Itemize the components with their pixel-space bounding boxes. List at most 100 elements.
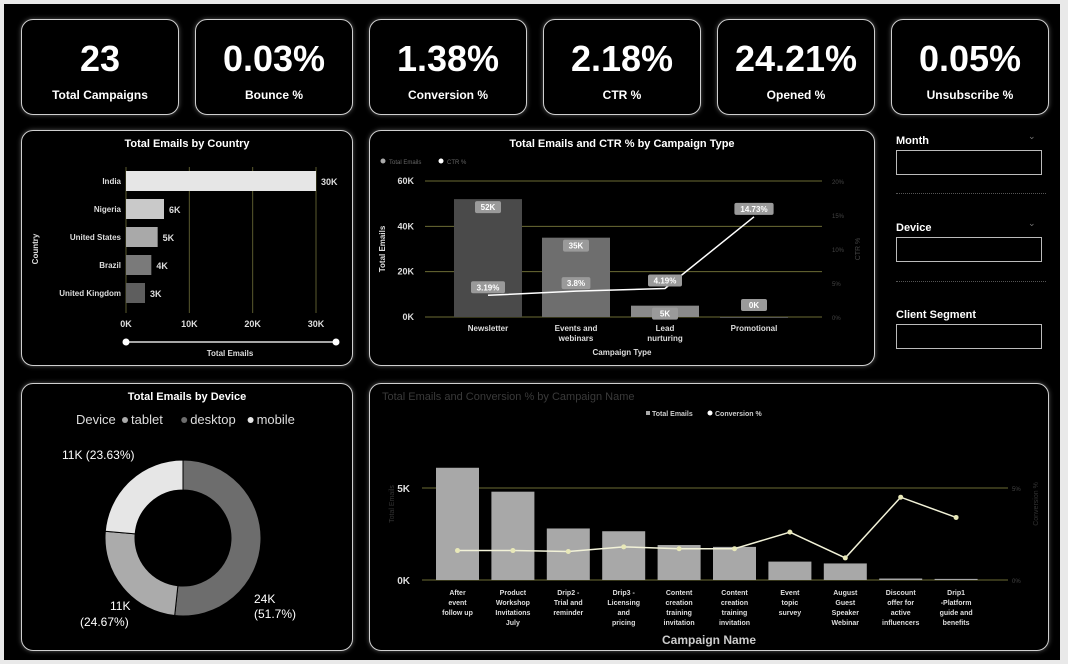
country-category-label: United Kingdom: [59, 289, 121, 298]
device-slicer-label: Device: [896, 222, 932, 234]
country-data-label: 3K: [150, 289, 162, 299]
campaign-name-category-label: Drip1: [947, 590, 965, 597]
kpi-card-bounce[interactable]: 0.03% Bounce %: [195, 19, 353, 115]
dashboard: 23 Total Campaigns 0.03% Bounce % 1.38% …: [4, 4, 1060, 660]
kpi-card-opened[interactable]: 24.21% Opened %: [717, 19, 875, 115]
kpi-label: Opened %: [766, 88, 826, 102]
country-bar-united-kingdom: [126, 283, 145, 303]
campaign-name-category-label: Drip3 -: [613, 590, 636, 597]
campaign-name-category-label: follow up: [442, 610, 473, 617]
campaign-name-y-tick: 5K: [397, 484, 411, 495]
donut-label-desktop-count: 24K: [254, 592, 275, 606]
campaign-name-category-label: -Platform: [941, 600, 972, 607]
kpi-value: 24.21%: [734, 38, 858, 79]
campaign-name-category-label: survey: [779, 610, 802, 617]
country-data-label: 6K: [169, 205, 181, 215]
campaign-type-ctr-label: 3.19%: [477, 283, 500, 292]
kpi-label: Conversion %: [407, 88, 488, 102]
campaign-name-bar-9: [879, 578, 923, 580]
campaign-type-ctr-line: [487, 216, 755, 297]
country-chart-card[interactable]: Total Emails by Country Country Total Em…: [21, 130, 353, 366]
device-legend-title: Device: [76, 412, 116, 427]
device-legend-mobile: mobile: [257, 412, 295, 427]
country-bar-brazil: [126, 255, 152, 275]
campaign-name-category-label: creation: [721, 600, 748, 607]
kpi-card-conversion[interactable]: 1.38% Conversion %: [369, 19, 527, 115]
campaign-type-y-tick: 60K: [397, 176, 414, 186]
campaign-name-category-label: invitation: [719, 620, 750, 627]
campaign-name-category-label: pricing: [612, 620, 635, 627]
device-legend-tablet: tablet: [131, 412, 163, 427]
campaign-name-category-label: After: [449, 590, 466, 597]
campaign-name-bar-4: [602, 531, 646, 580]
campaign-name-category-label: reminder: [553, 610, 583, 617]
kpi-card-ctr[interactable]: 2.18% CTR %: [543, 19, 701, 115]
campaign-type-ctr-label: 3.8%: [567, 279, 585, 288]
campaign-name-conversion-point: [898, 494, 904, 500]
campaign-name-category-label: training: [722, 610, 748, 617]
kpi-card-unsubscribe[interactable]: 0.05% Unsubscribe %: [891, 19, 1049, 115]
campaign-name-conversion-point: [565, 548, 571, 554]
country-bar-india: [126, 171, 316, 191]
kpi-value: 2.18%: [570, 38, 674, 79]
campaign-type-y2-tick: 5%: [832, 282, 841, 288]
campaign-type-y-tick: 0K: [402, 312, 414, 322]
campaign-name-chart: Total Emails Conversion % Total Emails C…: [389, 410, 1040, 647]
kpi-value: 0.05%: [918, 38, 1022, 79]
campaign-name-category-label: and: [617, 610, 629, 617]
campaign-name-category-label: offer for: [887, 600, 914, 607]
campaign-type-chart: Total Emails CTR % Total Emails CTR % Ca…: [378, 158, 862, 357]
campaign-type-y-title: Total Emails: [378, 225, 387, 272]
legend-ctr-marker: [438, 158, 444, 164]
campaign-name-conversion-point: [842, 555, 848, 561]
client-segment-slicer-dropdown[interactable]: [896, 324, 1042, 349]
country-slider-handle-right[interactable]: [332, 338, 340, 346]
campaign-name-category-label: event: [448, 600, 467, 607]
kpi-label: Bounce %: [244, 88, 303, 102]
chevron-down-icon[interactable]: ⌄: [1028, 218, 1036, 229]
device-chart: Device 11K (23.63%) 24K (51.7%) 11K (24.…: [62, 412, 296, 629]
campaign-name-category-label: active: [891, 610, 911, 617]
campaign-type-bar-label: 35K: [569, 242, 584, 251]
campaign-name-category-label: Licensing: [607, 600, 640, 607]
kpi-value: 23: [79, 38, 121, 79]
campaign-name-bar-7: [768, 561, 812, 580]
device-legend-marker: [181, 417, 188, 423]
campaign-name-category-label: July: [506, 620, 520, 627]
device-slicer-dropdown[interactable]: [896, 237, 1042, 262]
country-data-label: 5K: [163, 233, 175, 243]
country-category-label: India: [102, 177, 121, 186]
device-chart-card[interactable]: Total Emails by Device Device 11K (23.63…: [21, 383, 353, 651]
campaign-type-x-title: Campaign Type: [593, 348, 653, 357]
country-slider-handle-left[interactable]: [122, 338, 130, 346]
donut-slice-desktop: [174, 459, 262, 617]
campaign-type-chart-card[interactable]: Total Emails and CTR % by Campaign Type …: [369, 130, 875, 366]
campaign-type-y2-tick: 15%: [832, 214, 845, 220]
campaign-type-y2-title: CTR %: [855, 238, 862, 261]
chevron-down-icon[interactable]: ⌄: [1028, 131, 1036, 142]
campaign-name-y2-tick: 5%: [1012, 487, 1021, 493]
country-x-tick: 0K: [120, 319, 132, 329]
campaign-type-category-label: nurturing: [647, 334, 683, 343]
campaign-name-category-label: Discount: [886, 590, 917, 597]
campaign-name-y-title: Total Emails: [389, 485, 396, 523]
campaign-name-conversion-point: [676, 546, 682, 552]
campaign-name-conversion-point: [732, 546, 737, 552]
campaign-name-category-label: Trial and: [554, 600, 583, 607]
month-slicer-dropdown[interactable]: [896, 150, 1042, 175]
campaign-name-bar-1: [436, 467, 479, 580]
campaign-name-conversion-point: [953, 514, 959, 520]
campaign-type-category-label: Events and: [555, 324, 598, 333]
slicer-divider: [896, 193, 1046, 194]
slicer-divider: [896, 281, 1046, 282]
campaign-type-y2-tick: 0%: [832, 316, 841, 322]
campaign-name-category-label: Content: [721, 590, 748, 597]
legend-total-emails-marker: [646, 411, 650, 415]
kpi-card-total-campaigns[interactable]: 23 Total Campaigns: [21, 19, 179, 115]
kpi-value: 1.38%: [396, 38, 500, 79]
legend-total-emails-label: Total Emails: [389, 160, 421, 166]
campaign-name-category-label: Guest: [835, 600, 856, 607]
country-data-label: 4K: [156, 261, 168, 271]
device-legend-marker: [247, 417, 254, 423]
campaign-name-chart-card[interactable]: Total Emails and Conversion % by Campaig…: [369, 383, 1049, 651]
